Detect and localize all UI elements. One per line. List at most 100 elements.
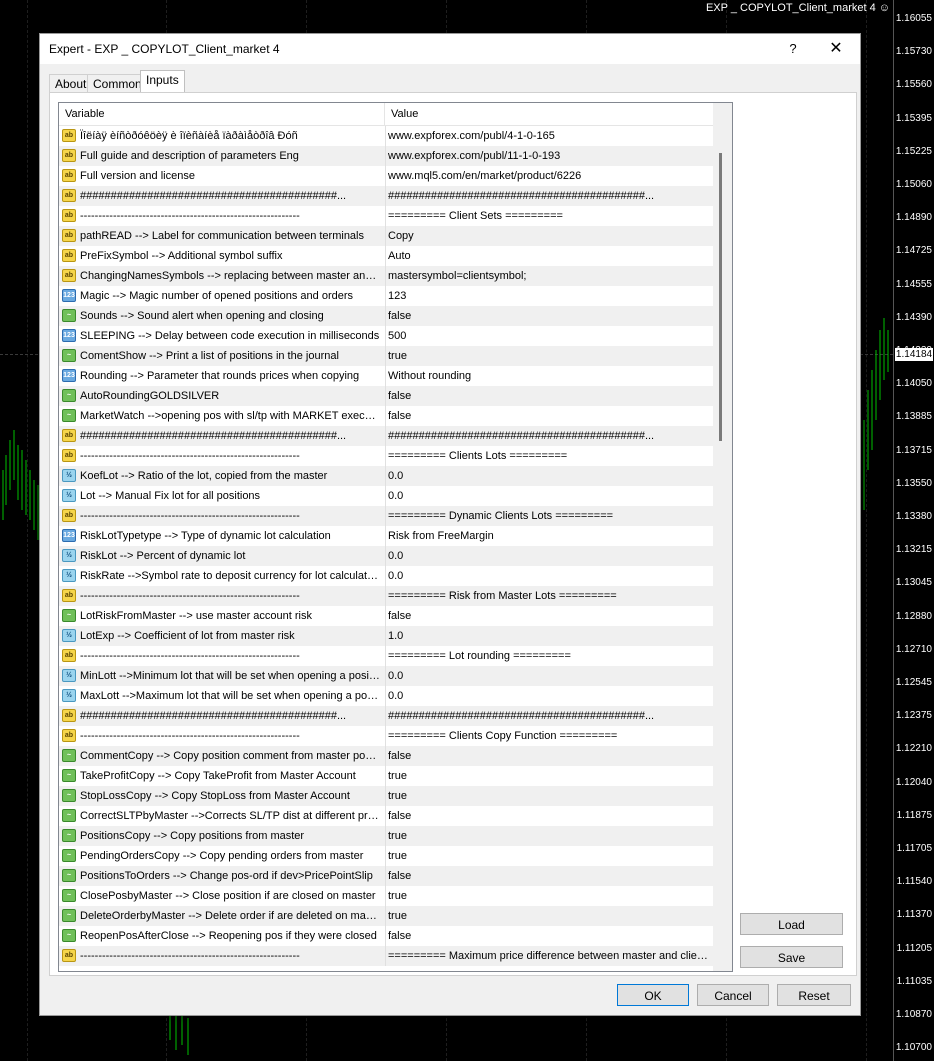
variable-value[interactable]: ========= Lot rounding ========= <box>388 646 710 666</box>
input-row[interactable]: ab Full version and license www.mql5.com/e… <box>59 166 713 186</box>
input-row[interactable]: ~ LotRiskFromMaster --> use master accoun… <box>59 606 713 626</box>
cancel-button[interactable]: Cancel <box>697 984 769 1006</box>
vertical-scrollbar[interactable] <box>713 103 732 971</box>
column-header-variable[interactable]: Variable <box>59 103 385 125</box>
reset-button[interactable]: Reset <box>777 984 851 1006</box>
variable-value[interactable]: ########################################… <box>388 426 710 446</box>
variable-value[interactable]: 0.0 <box>388 686 710 706</box>
input-row[interactable]: ½ Lot --> Manual Fix lot for all position… <box>59 486 713 506</box>
input-row[interactable]: ~ Sounds --> Sound alert when opening and… <box>59 306 713 326</box>
input-row[interactable]: ~ DeleteOrderbyMaster --> Delete order if… <box>59 906 713 926</box>
variable-value[interactable]: true <box>388 846 710 866</box>
variable-value[interactable]: ========= Clients Copy Function ========… <box>388 726 710 746</box>
input-row[interactable]: ab --------------------------------------… <box>59 646 713 666</box>
input-row[interactable]: ab pathREAD --> Label for communication b… <box>59 226 713 246</box>
input-row[interactable]: ab ######################################… <box>59 186 713 206</box>
variable-value[interactable]: ########################################… <box>388 186 710 206</box>
input-row[interactable]: ab ChangingNamesSymbols --> replacing bet… <box>59 266 713 286</box>
variable-value[interactable]: ========= Clients Lots ========= <box>388 446 710 466</box>
input-row[interactable]: ~ CorrectSLTPbyMaster -->Corrects SL/TP d… <box>59 806 713 826</box>
input-row[interactable]: ~ StopLossCopy --> Copy StopLoss from Mas… <box>59 786 713 806</box>
input-row[interactable]: ~ ClosePosbyMaster --> Close position if … <box>59 886 713 906</box>
variable-value[interactable]: true <box>388 766 710 786</box>
input-row[interactable]: ~ PositionsCopy --> Copy positions from m… <box>59 826 713 846</box>
variable-value[interactable]: ========= Risk from Master Lots ========… <box>388 586 710 606</box>
input-row[interactable]: ~ AutoRoundingGOLDSILVER false <box>59 386 713 406</box>
variable-value[interactable]: true <box>388 346 710 366</box>
input-row[interactable]: ab --------------------------------------… <box>59 506 713 526</box>
variable-value[interactable]: false <box>388 386 710 406</box>
variable-value[interactable]: 500 <box>388 326 710 346</box>
variable-value[interactable]: true <box>388 826 710 846</box>
input-row[interactable]: ½ MaxLott -->Maximum lot that will be set… <box>59 686 713 706</box>
variable-value[interactable]: Copy <box>388 226 710 246</box>
variable-value[interactable]: mastersymbol=clientsymbol; <box>388 266 710 286</box>
input-row[interactable]: ½ LotExp --> Coefficient of lot from mast… <box>59 626 713 646</box>
input-row[interactable]: ab PreFixSymbol --> Additional symbol suf… <box>59 246 713 266</box>
variable-value[interactable]: ========= Client Sets ========= <box>388 206 710 226</box>
variable-value[interactable]: 0.0 <box>388 566 710 586</box>
variable-value[interactable]: false <box>388 806 710 826</box>
input-row[interactable]: ½ RiskLot --> Percent of dynamic lot 0.0 <box>59 546 713 566</box>
input-row[interactable]: ½ KoefLot --> Ratio of the lot, copied fr… <box>59 466 713 486</box>
variable-value[interactable]: false <box>388 926 710 946</box>
scrollbar-thumb[interactable] <box>719 153 722 441</box>
variable-value[interactable]: www.expforex.com/publ/11-1-0-193 <box>388 146 710 166</box>
input-row[interactable]: ~ PendingOrdersCopy --> Copy pending orde… <box>59 846 713 866</box>
variable-value[interactable]: 1.0 <box>388 626 710 646</box>
input-row[interactable]: ab ######################################… <box>59 706 713 726</box>
variable-value[interactable]: false <box>388 306 710 326</box>
variable-value[interactable]: ========= Dynamic Clients Lots ========= <box>388 506 710 526</box>
input-row[interactable]: ~ TakeProfitCopy --> Copy TakeProfit from… <box>59 766 713 786</box>
input-row[interactable]: ab ######################################… <box>59 426 713 446</box>
variable-value[interactable]: false <box>388 406 710 426</box>
variable-value[interactable]: Auto <box>388 246 710 266</box>
variable-value[interactable]: true <box>388 886 710 906</box>
input-row[interactable]: ab --------------------------------------… <box>59 586 713 606</box>
input-row[interactable]: ½ RiskRate -->Symbol rate to deposit curr… <box>59 566 713 586</box>
tab-inputs[interactable]: Inputs <box>140 70 185 93</box>
ok-button[interactable]: OK <box>617 984 689 1006</box>
variable-value[interactable]: true <box>388 906 710 926</box>
variable-value[interactable]: 123 <box>388 286 710 306</box>
help-button[interactable]: ? <box>780 38 806 60</box>
input-row[interactable]: 123 RiskLotTypetype --> Type of dynamic l… <box>59 526 713 546</box>
tab-about[interactable]: About <box>49 74 93 93</box>
variable-value[interactable]: 0.0 <box>388 466 710 486</box>
column-header-value[interactable]: Value <box>385 103 713 125</box>
close-button[interactable]: ✕ <box>823 38 849 60</box>
variable-value[interactable]: 0.0 <box>388 546 710 566</box>
variable-value[interactable]: ========= Maximum price difference betwe… <box>388 946 710 966</box>
input-row[interactable]: ~ CommentCopy --> Copy position comment f… <box>59 746 713 766</box>
input-row[interactable]: ~ MarketWatch -->opening pos with sl/tp w… <box>59 406 713 426</box>
variable-value[interactable]: ########################################… <box>388 706 710 726</box>
dialog-titlebar[interactable]: Expert - EXP _ COPYLOT_Client_market 4 ?… <box>40 34 860 64</box>
variable-value[interactable]: false <box>388 746 710 766</box>
tab-common[interactable]: Common <box>87 74 148 93</box>
input-row[interactable]: ab --------------------------------------… <box>59 946 713 966</box>
save-button[interactable]: Save <box>740 946 843 968</box>
variable-value[interactable]: 0.0 <box>388 666 710 686</box>
variable-value[interactable]: 0.0 <box>388 486 710 506</box>
variable-value[interactable]: false <box>388 866 710 886</box>
variable-value[interactable]: www.expforex.com/publ/4-1-0-165 <box>388 126 710 146</box>
input-row[interactable]: ab --------------------------------------… <box>59 446 713 466</box>
input-row[interactable]: ~ ReopenPosAfterClose --> Reopening pos i… <box>59 926 713 946</box>
type-string-icon: ab <box>62 269 76 282</box>
variable-value[interactable]: Without rounding <box>388 366 710 386</box>
input-row[interactable]: 123 Rounding --> Parameter that rounds pr… <box>59 366 713 386</box>
input-row[interactable]: ½ MinLott -->Minimum lot that will be set… <box>59 666 713 686</box>
input-row[interactable]: ab Full guide and description of paramete… <box>59 146 713 166</box>
input-row[interactable]: ~ ComentShow --> Print a list of position… <box>59 346 713 366</box>
variable-value[interactable]: www.mql5.com/en/market/product/6226 <box>388 166 710 186</box>
variable-value[interactable]: true <box>388 786 710 806</box>
variable-value[interactable]: Risk from FreeMargin <box>388 526 710 546</box>
input-row[interactable]: 123 Magic --> Magic number of opened posi… <box>59 286 713 306</box>
input-row[interactable]: ~ PositionsToOrders --> Change pos-ord if… <box>59 866 713 886</box>
input-row[interactable]: ab --------------------------------------… <box>59 206 713 226</box>
variable-value[interactable]: false <box>388 606 710 626</box>
input-row[interactable]: 123 SLEEPING --> Delay between code execu… <box>59 326 713 346</box>
input-row[interactable]: ab --------------------------------------… <box>59 726 713 746</box>
input-row[interactable]: ab Ïîëíàÿ èíñòðóêöèÿ è îïèñàíèå ïàðàìåòðî… <box>59 126 713 146</box>
load-button[interactable]: Load <box>740 913 843 935</box>
